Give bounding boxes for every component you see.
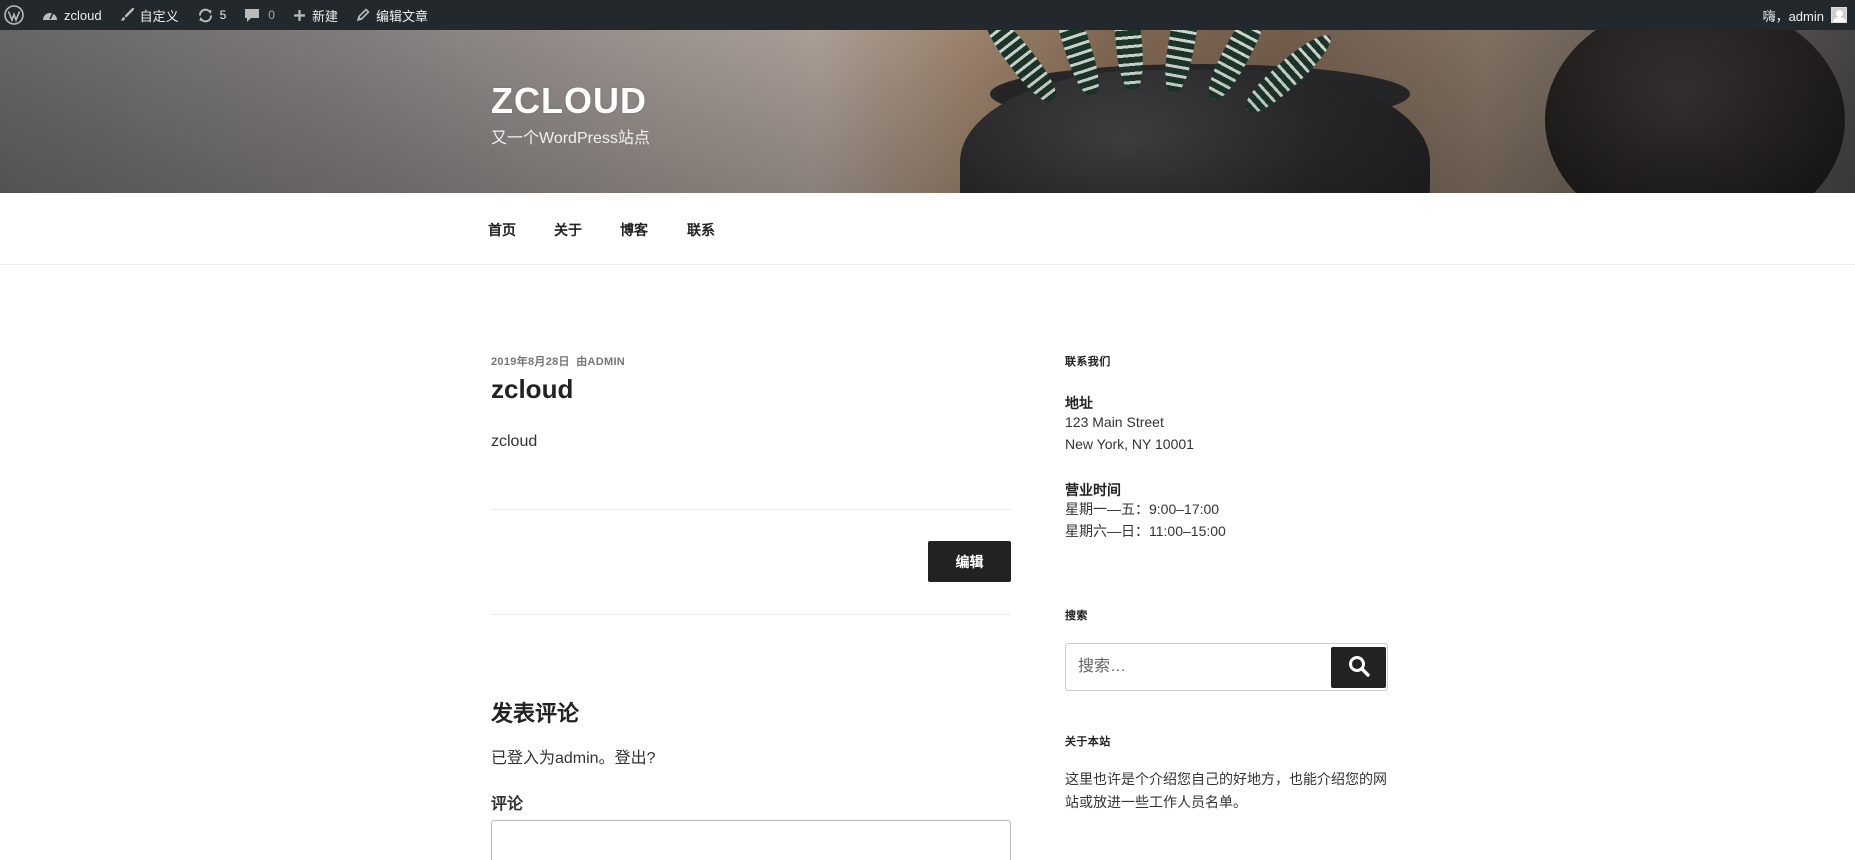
logout-link[interactable]: 登出? [615, 750, 656, 767]
divider [491, 509, 1011, 510]
post-date-link[interactable]: 2019年8月28日 [491, 356, 570, 368]
logged-in-user-link[interactable]: 已登入为admin。 [491, 750, 615, 767]
post-author-link[interactable]: ADMIN [588, 356, 626, 368]
search-button[interactable] [1331, 647, 1386, 688]
site-name-label: zcloud [64, 7, 102, 23]
site-title-link[interactable]: ZCLOUD [491, 80, 647, 122]
search-widget-title: 搜索 [1065, 610, 1088, 622]
site-tagline: 又一个WordPress站点 [491, 130, 650, 147]
post-title: zcloud [491, 374, 574, 404]
edit-post-label: 编辑文章 [375, 8, 428, 24]
search-input[interactable] [1067, 645, 1331, 689]
hours-line-1: 星期一—五：9:00–17:00 [1065, 501, 1220, 517]
contact-widget-title: 联系我们 [1065, 356, 1111, 368]
logged-in-as: 已登入为admin。登出? [491, 744, 656, 768]
nav-item-home[interactable]: 首页 [488, 220, 516, 240]
main-navigation: 首页 关于 博客 联系 [0, 193, 1855, 265]
plus-icon [293, 9, 306, 22]
hours-line-2: 星期六—日：11:00–15:00 [1065, 523, 1226, 539]
address-line-2: New York, NY 10001 [1065, 436, 1194, 452]
site-header [0, 30, 1855, 193]
post-content: zcloud [491, 433, 538, 450]
comments-link[interactable]: 0 [235, 0, 284, 30]
search-icon [1348, 655, 1370, 680]
avatar [1831, 7, 1847, 23]
reply-title: 发表评论 [491, 701, 580, 726]
pencil-icon [356, 8, 370, 22]
paintbrush-icon [120, 8, 134, 22]
divider [491, 614, 1011, 615]
updates-count: 5 [219, 8, 227, 22]
nav-item-blog[interactable]: 博客 [620, 220, 648, 240]
comment-textarea[interactable] [491, 820, 1011, 860]
greeting-label: 嗨，admin [1762, 8, 1824, 24]
comments-count: 0 [268, 8, 275, 22]
address-line-1: 123 Main Street [1065, 414, 1164, 430]
customize-label: 自定义 [139, 8, 179, 24]
updates-link[interactable]: 5 [188, 0, 236, 30]
hours-label: 营业时间 [1065, 482, 1121, 498]
customize-link[interactable]: 自定义 [111, 0, 188, 30]
site-name-menu[interactable]: zcloud [33, 0, 111, 30]
wordpress-logo-icon [4, 5, 24, 25]
my-account-menu[interactable]: 嗨，admin [1763, 0, 1847, 30]
header-shade [0, 30, 1855, 193]
about-widget-text: 这里也许是个介绍您自己的好地方，也能介绍您的网站或放进一些工作人员名单。 [1065, 771, 1387, 810]
about-widget-title: 关于本站 [1065, 736, 1111, 748]
search-form [1065, 643, 1388, 691]
nav-item-contact[interactable]: 联系 [687, 220, 715, 240]
address-label: 地址 [1065, 395, 1093, 411]
new-content-menu[interactable]: 新建 [284, 0, 347, 30]
new-label: 新建 [311, 8, 338, 24]
updates-icon [197, 7, 214, 24]
post-meta: 2019年8月28日 由ADMIN [491, 353, 625, 369]
edit-button[interactable]: 编辑 [928, 541, 1011, 582]
dashboard-icon [42, 8, 58, 22]
admin-bar: zcloud 自定义 5 0 新建 编辑文章 嗨，admin [0, 0, 1855, 30]
edit-post-link[interactable]: 编辑文章 [347, 0, 437, 30]
post-by-label: 由 [576, 356, 588, 368]
nav-item-about[interactable]: 关于 [554, 220, 582, 240]
comment-field-label: 评论 [491, 796, 524, 813]
comment-bubble-icon [244, 8, 260, 23]
wordpress-logo-menu[interactable] [0, 0, 33, 30]
